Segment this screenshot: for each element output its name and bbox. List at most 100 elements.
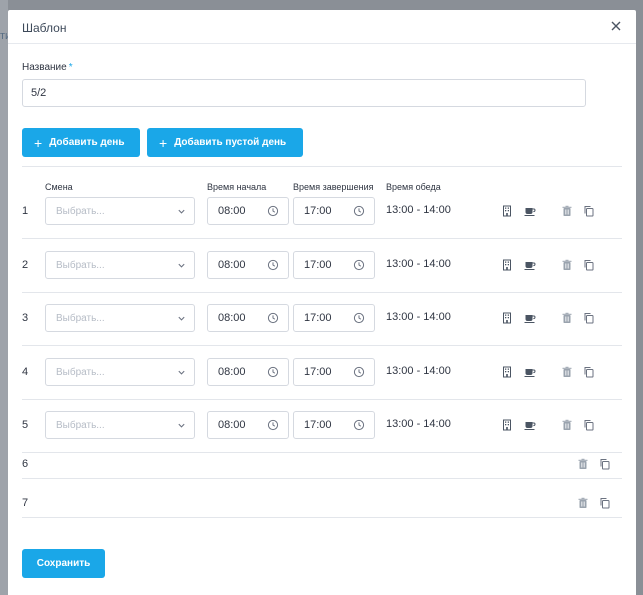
clock-icon xyxy=(353,259,365,271)
start-time-input[interactable]: 08:00 xyxy=(207,304,289,332)
clock-icon xyxy=(353,366,365,378)
end-time-value: 17:00 xyxy=(304,312,332,324)
building-icon[interactable] xyxy=(501,259,513,271)
chevron-down-icon xyxy=(177,261,186,270)
chevron-down-icon xyxy=(177,368,186,377)
clock-icon xyxy=(353,419,365,431)
start-time-value: 08:00 xyxy=(218,419,246,431)
end-time-input[interactable]: 17:00 xyxy=(293,411,375,439)
end-time-value: 17:00 xyxy=(304,419,332,431)
trash-icon[interactable] xyxy=(561,366,573,378)
coffee-cup-icon[interactable] xyxy=(524,366,538,378)
start-time-input[interactable]: 08:00 xyxy=(207,411,289,439)
row-divider xyxy=(22,292,622,293)
building-icon[interactable] xyxy=(501,312,513,324)
name-field-label: Название * xyxy=(22,62,73,73)
add-day-button[interactable]: + Добавить день xyxy=(22,128,140,157)
copy-icon[interactable] xyxy=(599,497,611,509)
chevron-down-icon xyxy=(177,314,186,323)
clock-icon xyxy=(267,259,279,271)
shift-select[interactable]: Выбрать... xyxy=(45,251,195,279)
shift-select[interactable]: Выбрать... xyxy=(45,358,195,386)
row-number: 4 xyxy=(22,366,29,378)
row-number: 1 xyxy=(22,205,29,217)
background-page xyxy=(0,0,8,595)
add-empty-day-button[interactable]: + Добавить пустой день xyxy=(147,128,303,157)
copy-icon[interactable] xyxy=(583,205,595,217)
trash-icon[interactable] xyxy=(561,312,573,324)
shift-placeholder: Выбрать... xyxy=(56,366,105,378)
row-number: 6 xyxy=(22,458,29,470)
trash-icon[interactable] xyxy=(577,458,589,470)
close-button[interactable] xyxy=(608,18,624,34)
copy-icon[interactable] xyxy=(583,259,595,271)
row-divider xyxy=(22,478,622,479)
add-day-label: Добавить день xyxy=(49,137,125,148)
coffee-cup-icon[interactable] xyxy=(524,312,538,324)
template-name-input[interactable] xyxy=(22,79,586,107)
coffee-cup-icon[interactable] xyxy=(524,205,538,217)
lunch-time: 13:00 - 14:00 xyxy=(386,365,451,377)
clock-icon xyxy=(267,205,279,217)
end-time-input[interactable]: 17:00 xyxy=(293,197,375,225)
start-time-input[interactable]: 08:00 xyxy=(207,358,289,386)
lunch-time: 13:00 - 14:00 xyxy=(386,418,451,430)
trash-icon[interactable] xyxy=(561,205,573,217)
shift-select[interactable]: Выбрать... xyxy=(45,197,195,225)
row-divider xyxy=(22,399,622,400)
row-number: 5 xyxy=(22,419,29,431)
end-time-value: 17:00 xyxy=(304,366,332,378)
save-button[interactable]: Сохранить xyxy=(22,549,105,578)
divider xyxy=(22,166,622,167)
clock-icon xyxy=(267,312,279,324)
building-icon[interactable] xyxy=(501,366,513,378)
modal-title: Шаблон xyxy=(22,21,67,35)
end-time-value: 17:00 xyxy=(304,205,332,217)
row-number: 7 xyxy=(22,497,29,509)
column-header-lunch: Время обеда xyxy=(386,182,441,192)
building-icon[interactable] xyxy=(501,205,513,217)
required-asterisk: * xyxy=(68,62,73,73)
trash-icon[interactable] xyxy=(577,497,589,509)
row-number: 3 xyxy=(22,312,29,324)
copy-icon[interactable] xyxy=(599,458,611,470)
shift-placeholder: Выбрать... xyxy=(56,205,105,217)
trash-icon[interactable] xyxy=(561,259,573,271)
start-time-value: 08:00 xyxy=(218,205,246,217)
shift-select[interactable]: Выбрать... xyxy=(45,304,195,332)
building-icon[interactable] xyxy=(501,419,513,431)
shift-placeholder: Выбрать... xyxy=(56,312,105,324)
column-header-shift: Смена xyxy=(45,182,73,192)
lunch-time: 13:00 - 14:00 xyxy=(386,258,451,270)
modal-header: Шаблон xyxy=(8,10,636,44)
add-empty-day-label: Добавить пустой день xyxy=(174,137,287,148)
end-time-input[interactable]: 17:00 xyxy=(293,358,375,386)
close-icon xyxy=(611,21,621,31)
copy-icon[interactable] xyxy=(583,366,595,378)
lunch-time: 13:00 - 14:00 xyxy=(386,204,451,216)
start-time-value: 08:00 xyxy=(218,312,246,324)
row-number: 2 xyxy=(22,259,29,271)
copy-icon[interactable] xyxy=(583,419,595,431)
shift-placeholder: Выбрать... xyxy=(56,419,105,431)
end-time-input[interactable]: 17:00 xyxy=(293,304,375,332)
clock-icon xyxy=(353,312,365,324)
row-divider xyxy=(22,517,622,518)
template-modal: Шаблон Название* + Добавить день + Добав… xyxy=(8,10,636,595)
start-time-input[interactable]: 08:00 xyxy=(207,197,289,225)
start-time-value: 08:00 xyxy=(218,259,246,271)
trash-icon[interactable] xyxy=(561,419,573,431)
shift-select[interactable]: Выбрать... xyxy=(45,411,195,439)
chevron-down-icon xyxy=(177,421,186,430)
row-divider xyxy=(22,238,622,239)
column-header-end: Время завершения xyxy=(293,182,374,192)
coffee-cup-icon[interactable] xyxy=(524,259,538,271)
coffee-cup-icon[interactable] xyxy=(524,419,538,431)
clock-icon xyxy=(267,419,279,431)
copy-icon[interactable] xyxy=(583,312,595,324)
plus-icon: + xyxy=(159,134,168,151)
row-divider xyxy=(22,452,622,453)
end-time-input[interactable]: 17:00 xyxy=(293,251,375,279)
start-time-input[interactable]: 08:00 xyxy=(207,251,289,279)
shift-placeholder: Выбрать... xyxy=(56,259,105,271)
